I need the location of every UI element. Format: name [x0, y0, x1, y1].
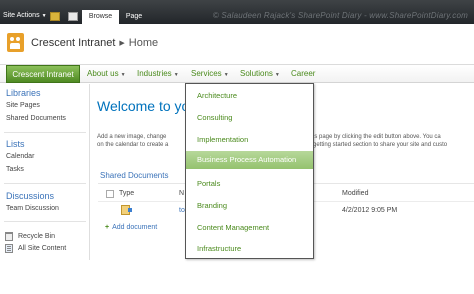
- top-navigation: Crescent Intranet About us ▼ Industries ▼ …: [0, 64, 474, 83]
- page-title: Welcome to yo: [97, 98, 190, 114]
- select-all-checkbox[interactable]: [106, 190, 114, 198]
- ql-item-site-pages[interactable]: Site Pages: [6, 102, 40, 109]
- chevron-down-icon: ▼: [274, 72, 280, 78]
- topnav-solutions[interactable]: Solutions ▼: [240, 65, 280, 83]
- divider: [4, 221, 86, 222]
- chevron-down-icon: ▼: [173, 72, 179, 78]
- services-dropdown-menu: Architecture Consulting Implementation B…: [185, 83, 314, 259]
- title-area: Crescent Intranet ▶ Home: [0, 24, 474, 64]
- ql-item-calendar[interactable]: Calendar: [6, 153, 34, 160]
- site-title[interactable]: Crescent Intranet: [31, 37, 115, 49]
- site-logo-icon[interactable]: [7, 33, 24, 52]
- recycle-bin-icon: [5, 232, 13, 241]
- chevron-down-icon: ▼: [41, 13, 47, 19]
- menu-item-portals[interactable]: Portals: [186, 175, 313, 193]
- tab-page[interactable]: Page: [122, 10, 146, 24]
- menu-item-content-management[interactable]: Content Management: [186, 219, 313, 237]
- ql-heading-discussions[interactable]: Discussions: [6, 191, 54, 201]
- menu-item-infrastructure[interactable]: Infrastructure: [186, 240, 313, 258]
- navigate-up-icon[interactable]: [50, 12, 60, 21]
- add-document-label: Add document: [112, 224, 158, 231]
- plus-icon: +: [105, 224, 110, 231]
- column-header-name[interactable]: N: [179, 190, 184, 197]
- menu-item-branding[interactable]: Branding: [186, 197, 313, 215]
- breadcrumb: Crescent Intranet ▶ Home: [31, 37, 158, 49]
- breadcrumb-separator-icon: ▶: [119, 40, 125, 47]
- topnav-label: About us: [87, 69, 119, 78]
- menu-item-business-process-automation[interactable]: Business Process Automation: [186, 151, 313, 169]
- quick-launch: Libraries Site Pages Shared Documents Li…: [0, 84, 90, 284]
- webpart-title-shared-documents[interactable]: Shared Documents: [100, 171, 168, 180]
- add-document-link[interactable]: + Add document: [105, 224, 157, 231]
- all-site-content-icon: [5, 244, 13, 253]
- ql-heading-lists[interactable]: Lists: [6, 139, 25, 149]
- topnav-label: Industries: [137, 69, 172, 78]
- ribbon: Site Actions ▼ Browse Page © Salaudeen Ra…: [0, 0, 474, 24]
- menu-item-implementation[interactable]: Implementation: [186, 131, 313, 149]
- topnav-career[interactable]: Career: [291, 65, 315, 83]
- quick-launch-border: [89, 84, 90, 260]
- tab-browse[interactable]: Browse: [82, 10, 119, 24]
- divider: [4, 183, 86, 184]
- column-header-modified[interactable]: Modified: [342, 190, 368, 197]
- chevron-down-icon: ▼: [120, 72, 126, 78]
- chevron-down-icon: ▼: [223, 72, 229, 78]
- breadcrumb-current: Home: [128, 37, 159, 49]
- ql-item-tasks[interactable]: Tasks: [6, 166, 24, 173]
- document-name-link[interactable]: to: [179, 207, 185, 214]
- topnav-label: Services: [191, 69, 222, 78]
- ql-all-site-content[interactable]: All Site Content: [18, 245, 66, 252]
- word-document-icon: [121, 205, 132, 215]
- menu-item-consulting[interactable]: Consulting: [186, 109, 313, 127]
- divider: [4, 132, 86, 133]
- ql-item-shared-documents[interactable]: Shared Documents: [6, 115, 66, 122]
- desc-line-2-right: getting started section to share your si…: [313, 142, 448, 148]
- desc-line-1-right: is page by clicking the edit button abov…: [313, 134, 441, 140]
- menu-item-architecture[interactable]: Architecture: [186, 87, 313, 105]
- document-modified: 4/2/2012 9:05 PM: [342, 207, 398, 214]
- topnav-services[interactable]: Services ▼: [191, 65, 229, 83]
- topnav-home[interactable]: Crescent Intranet: [6, 65, 80, 83]
- ql-recycle-bin[interactable]: Recycle Bin: [18, 233, 55, 240]
- topnav-about-us[interactable]: About us ▼: [87, 65, 126, 83]
- watermark: © Salaudeen Rajack's SharePoint Diary - …: [212, 11, 468, 20]
- edit-page-icon[interactable]: [68, 12, 78, 21]
- desc-right: is page by clicking the edit button abov…: [313, 133, 447, 149]
- site-actions-label: Site Actions: [3, 12, 40, 19]
- topnav-industries[interactable]: Industries ▼: [137, 65, 179, 83]
- column-header-type[interactable]: Type: [119, 190, 134, 197]
- ql-item-team-discussion[interactable]: Team Discussion: [6, 205, 59, 212]
- site-actions-menu[interactable]: Site Actions ▼: [3, 12, 47, 19]
- ql-heading-libraries[interactable]: Libraries: [6, 88, 41, 98]
- topnav-label: Solutions: [240, 69, 273, 78]
